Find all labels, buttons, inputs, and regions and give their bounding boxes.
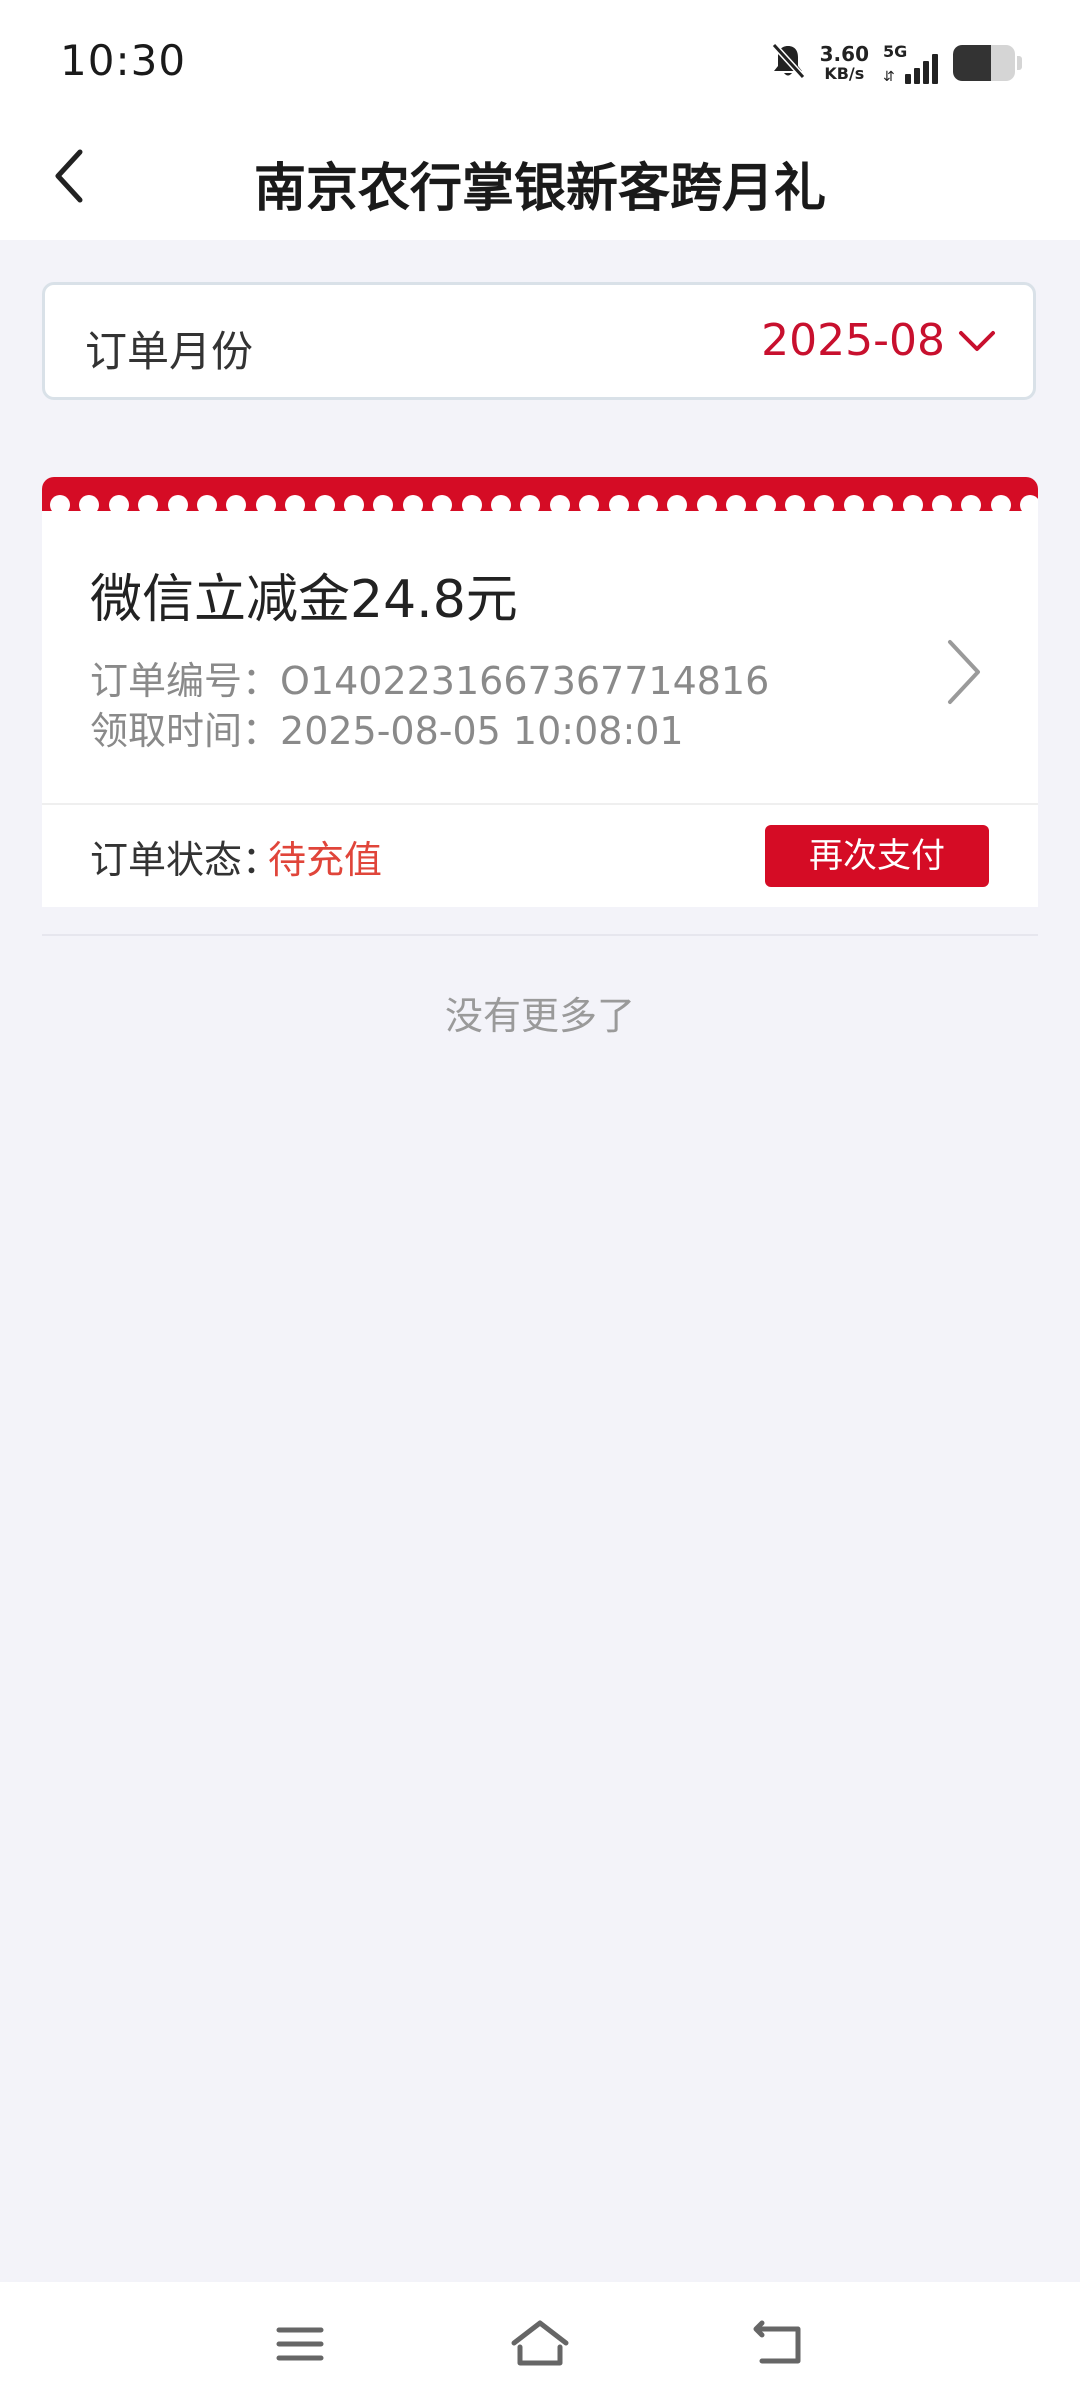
pay-again-button[interactable]: 再次支付 <box>765 825 989 887</box>
ticket-dot <box>696 495 717 511</box>
list-divider <box>42 934 1038 936</box>
ticket-dot <box>167 495 188 511</box>
ticket-dot <box>1020 495 1038 511</box>
ticket-dot <box>402 495 423 511</box>
ticket-dot <box>873 495 894 511</box>
ticket-dot <box>814 495 835 511</box>
ticket-dot <box>520 495 541 511</box>
ticket-dot <box>138 495 159 511</box>
ticket-dot <box>373 495 394 511</box>
ticket-dot <box>932 495 952 511</box>
ticket-dot <box>726 495 747 511</box>
network-type: 5G <box>883 42 908 61</box>
status-icons: 3.60 KB/s 5G ⇵ <box>770 38 1022 88</box>
status-time: 10:30 <box>60 36 187 85</box>
month-filter[interactable]: 订单月份 2025-08 <box>42 282 1036 400</box>
ticket-dot <box>843 495 864 511</box>
order-status-value: 待充值 <box>268 838 383 882</box>
ticket-dot <box>108 495 129 511</box>
ticket-dot <box>344 495 364 511</box>
battery-cap <box>1017 56 1022 70</box>
ticket-dot <box>226 495 247 511</box>
ticket-dot <box>579 495 600 511</box>
card-divider <box>42 803 1038 805</box>
ticket-dot <box>432 495 453 511</box>
order-number: 订单编号：O1402231667367714816 <box>90 650 769 705</box>
ticket-dot <box>314 495 335 511</box>
order-status-label: 订单状态： <box>90 838 281 882</box>
net-speed-value: 3.60 <box>819 42 869 66</box>
claim-time: 领取时间：2025-08-05 10:08:01 <box>90 700 684 755</box>
nav-home-button[interactable] <box>505 2312 575 2376</box>
ticket-dot <box>785 495 805 511</box>
ticket-dot <box>961 495 982 511</box>
ticket-dot <box>50 495 70 511</box>
battery-fill <box>953 45 992 81</box>
net-speed-unit: KB/s <box>824 64 865 83</box>
order-number-value: O1402231667367714816 <box>280 659 770 703</box>
ticket-strip <box>42 477 1038 511</box>
claim-time-value: 2025-08-05 10:08:01 <box>280 709 684 753</box>
system-nav-bar <box>0 2282 1080 2408</box>
ticket-dot <box>902 495 923 511</box>
ticket-dot <box>638 495 658 511</box>
month-selector[interactable]: 2025-08 <box>761 315 997 366</box>
ticket-dot <box>755 495 776 511</box>
order-title: 微信立减金24.8元 <box>90 570 518 630</box>
chevron-right-icon <box>948 640 980 704</box>
ticket-dot <box>549 495 570 511</box>
ticket-dot <box>255 495 276 511</box>
order-card[interactable]: 微信立减金24.8元 订单编号：O1402231667367714816 领取时… <box>42 477 1038 907</box>
list-end-text: 没有更多了 <box>444 994 635 1038</box>
page-title: 南京农行掌银新客跨月礼 <box>253 159 826 219</box>
ticket-dot <box>197 495 217 511</box>
ticket-dot <box>667 495 688 511</box>
header: 南京农行掌银新客跨月礼 <box>0 120 1080 240</box>
status-bar: 10:30 3.60 KB/s 5G ⇵ <box>0 0 1080 120</box>
month-value: 2025-08 <box>761 315 945 366</box>
month-filter-label: 订单月份 <box>85 327 254 376</box>
order-detail-button[interactable] <box>932 632 992 712</box>
home-icon <box>511 2320 569 2366</box>
bell-off-icon <box>770 42 806 84</box>
battery-icon <box>953 45 1015 81</box>
chevron-down-icon <box>959 330 995 351</box>
claim-time-label: 领取时间： <box>90 709 281 753</box>
nav-menu-button[interactable] <box>265 2312 335 2376</box>
data-arrows-icon: ⇵ <box>883 69 895 85</box>
nav-back-button[interactable] <box>745 2312 815 2376</box>
ticket-dot <box>491 495 511 511</box>
net-speed: 3.60 KB/s <box>820 44 869 82</box>
ticket-dot <box>608 495 629 511</box>
signal-icon: 5G ⇵ <box>883 42 939 84</box>
order-number-label: 订单编号： <box>90 659 281 703</box>
back-icon <box>753 2320 801 2364</box>
ticket-dot <box>79 495 100 511</box>
ticket-dot <box>990 495 1011 511</box>
menu-icon <box>276 2327 324 2361</box>
ticket-dot <box>461 495 482 511</box>
ticket-dot <box>285 495 306 511</box>
